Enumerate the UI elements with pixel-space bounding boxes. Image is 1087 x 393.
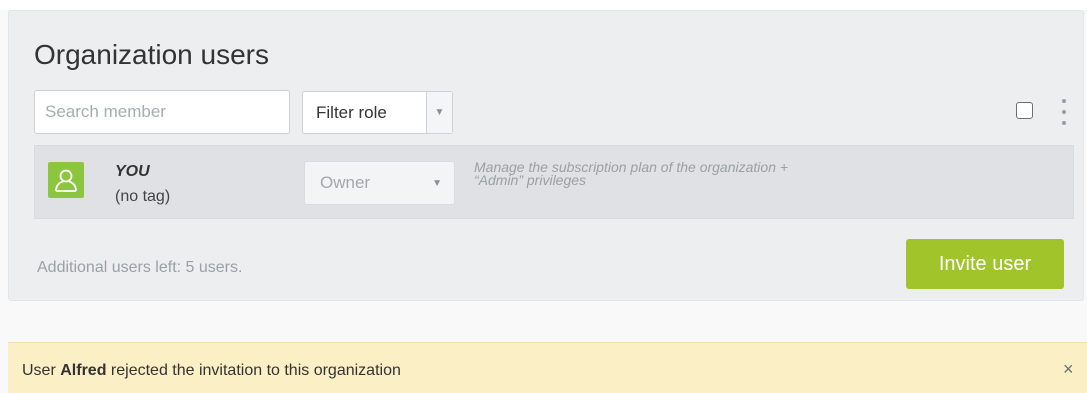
chevron-down-icon: ▼ <box>426 92 452 133</box>
notification-banner: User Alfred rejected the invitation to t… <box>8 342 1087 393</box>
notification-user: Alfred <box>60 362 107 379</box>
role-select: Owner ▼ <box>304 161 455 205</box>
close-icon[interactable]: × <box>1063 359 1074 380</box>
organization-users-panel: Organization users Filter role ▼ YOU (no… <box>8 10 1084 301</box>
filter-role-label: Filter role <box>316 102 387 122</box>
select-all-checkbox[interactable] <box>1016 102 1033 119</box>
role-description-line: “Admin” privileges <box>474 172 587 188</box>
search-input[interactable] <box>34 90 290 134</box>
chevron-down-icon: ▼ <box>432 177 442 189</box>
user-row: YOU (no tag) Owner ▼ Manage the subscrip… <box>34 145 1074 219</box>
user-icon <box>48 162 84 198</box>
users-left-text: Additional users left: 5 users. <box>37 259 243 276</box>
filter-role-select[interactable]: Filter role ▼ <box>302 91 453 134</box>
user-name: YOU <box>115 163 150 180</box>
notification-text: User Alfred rejected the invitation to t… <box>22 362 401 380</box>
role-label: Owner <box>320 173 371 192</box>
more-options-icon[interactable] <box>1058 99 1070 125</box>
role-description: Manage the subscription plan of the orga… <box>474 160 904 188</box>
page-title: Organization users <box>34 39 270 70</box>
notification-suffix: rejected the invitation to this organiza… <box>106 362 401 379</box>
notification-prefix: User <box>22 362 61 379</box>
invite-user-button[interactable]: Invite user <box>906 239 1064 289</box>
user-tag: (no tag) <box>115 188 171 205</box>
top-strip <box>0 0 1087 10</box>
